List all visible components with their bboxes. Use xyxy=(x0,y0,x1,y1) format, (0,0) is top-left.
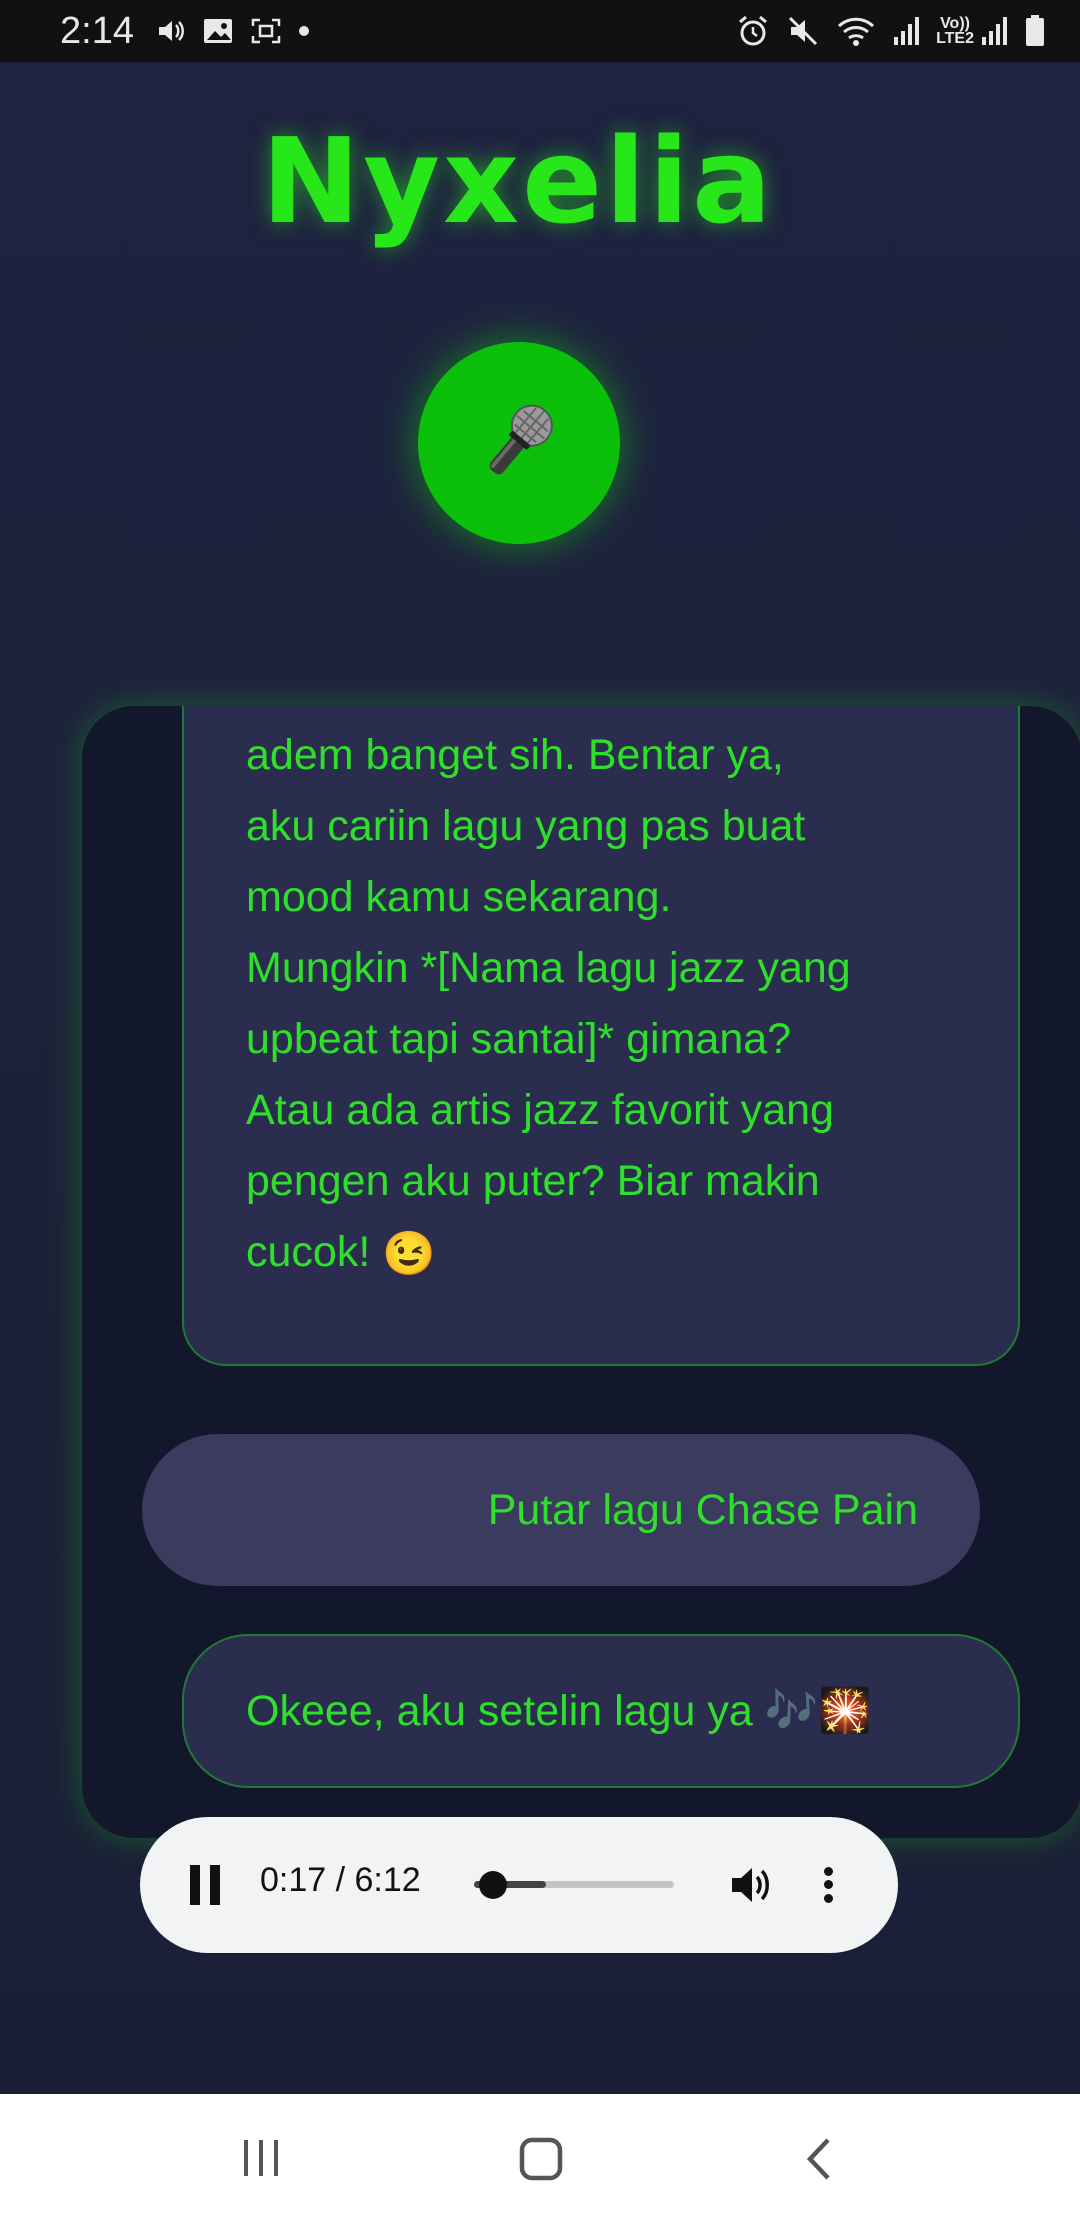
home-icon xyxy=(518,2137,564,2186)
bot-message-text: Okeee, aku setelin lagu ya xyxy=(246,1686,753,1735)
message-line: adem banget sih. Bentar ya, xyxy=(246,731,784,779)
signal-icon xyxy=(980,11,1008,51)
user-message-bubble: Putar lagu Chase Pain xyxy=(142,1434,980,1586)
volume-icon xyxy=(730,1868,774,1909)
mute-icon xyxy=(786,11,820,51)
app-screen: Nyxelia adem banget sih. Bentar ya, aku … xyxy=(0,62,1080,2094)
recent-apps-icon xyxy=(238,2140,284,2182)
image-icon xyxy=(202,11,234,51)
user-message-text: Putar lagu Chase Pain xyxy=(487,1485,918,1534)
volume-icon xyxy=(156,11,186,51)
audio-player: 0:17 / 6:12 xyxy=(140,1817,898,1953)
message-line: pengen aku puter? Biar makin xyxy=(246,1157,820,1205)
more-options-button[interactable] xyxy=(822,1865,834,1905)
status-time: 2:14 xyxy=(60,9,134,52)
chat-panel: adem banget sih. Bentar ya, aku cariin l… xyxy=(82,706,1080,1838)
seek-slider[interactable] xyxy=(474,1871,674,1899)
microphone-icon xyxy=(471,393,567,493)
dot-icon xyxy=(298,11,310,51)
back-button[interactable] xyxy=(802,2136,836,2186)
message-line: mood kamu sekarang. xyxy=(246,873,672,921)
bot-message-bubble: Okeee, aku setelin lagu ya 🎶🎇 xyxy=(182,1634,1020,1788)
recent-apps-button[interactable] xyxy=(238,2136,284,2182)
back-icon xyxy=(802,2138,836,2186)
lte-icon: Vo)) LTE2 xyxy=(936,16,974,47)
battery-icon xyxy=(1024,11,1046,51)
wink-emoji-icon: 😉 xyxy=(382,1230,436,1279)
status-bar: 2:14 Vo)) LTE2 xyxy=(0,0,1080,62)
screenshot-icon xyxy=(250,11,282,51)
message-line: upbeat tapi santai]* gimana? xyxy=(246,1015,792,1063)
signal-icon xyxy=(892,11,920,51)
lte-bottom-label: LTE2 xyxy=(936,30,974,47)
app-title: Nyxelia xyxy=(261,112,775,250)
audio-time: 0:17 / 6:12 xyxy=(260,1861,421,1899)
message-line: Atau ada artis jazz favorit yang xyxy=(246,1086,834,1134)
message-line: cucok! 😉 xyxy=(246,1217,968,1290)
message-line-text: cucok! xyxy=(246,1228,371,1276)
message-line: aku cariin lagu yang pas buat xyxy=(246,802,806,850)
alarm-icon xyxy=(736,11,770,51)
status-icons-right: Vo)) LTE2 xyxy=(736,11,1046,51)
message-line: Mungkin *[Nama lagu jazz yang xyxy=(246,944,851,992)
navigation-bar xyxy=(0,2094,1080,2220)
bot-message-bubble: adem banget sih. Bentar ya, aku cariin l… xyxy=(182,706,1020,1366)
home-button[interactable] xyxy=(518,2136,564,2186)
wifi-icon xyxy=(836,11,876,51)
volume-button[interactable] xyxy=(730,1865,774,1910)
mic-button[interactable] xyxy=(418,342,620,544)
music-fireworks-emoji-icon: 🎶🎇 xyxy=(764,1687,872,1735)
seek-thumb[interactable] xyxy=(479,1871,508,1899)
pause-button[interactable] xyxy=(190,1865,222,1905)
